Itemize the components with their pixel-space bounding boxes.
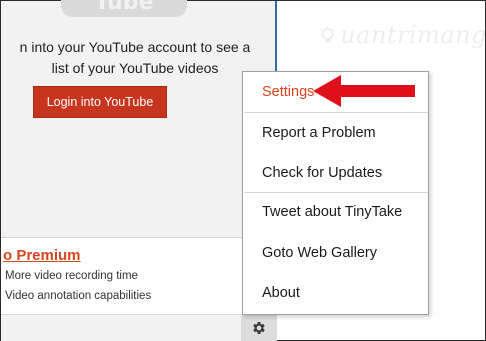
logo-text: Tube xyxy=(94,0,154,15)
menu-item-about[interactable]: About xyxy=(244,274,428,312)
feature-item-recording: More video recording time xyxy=(5,270,138,282)
menu-divider xyxy=(244,112,428,113)
red-arrow-icon xyxy=(313,75,415,107)
login-youtube-button[interactable]: Login into YouTube xyxy=(33,86,167,118)
menu-item-check-updates[interactable]: Check for Updates xyxy=(244,154,428,192)
gear-icon xyxy=(253,322,265,334)
watermark-text: uantrimang xyxy=(340,21,486,49)
settings-gear-button[interactable] xyxy=(241,314,277,341)
watermark: uantrimang xyxy=(319,15,486,55)
app-panel: Tube n into your YouTube account to see … xyxy=(1,0,277,341)
go-premium-link[interactable]: o Premium xyxy=(3,247,81,264)
premium-divider xyxy=(1,237,277,238)
login-message-line1: n into your YouTube account to see a xyxy=(19,39,251,55)
bottom-bar xyxy=(1,314,277,341)
menu-item-report-problem[interactable]: Report a Problem xyxy=(244,114,428,152)
lightbulb-icon xyxy=(320,26,335,43)
feature-item-annotation: Video annotation capabilities xyxy=(5,290,152,302)
login-message: n into your YouTube account to see a lis… xyxy=(1,37,277,79)
menu-item-tweet[interactable]: Tweet about TinyTake xyxy=(244,193,428,231)
youtube-logo: Tube xyxy=(61,0,187,17)
menu-item-web-gallery[interactable]: Goto Web Gallery xyxy=(244,234,428,272)
login-message-line2: list of your YouTube videos xyxy=(51,60,219,76)
